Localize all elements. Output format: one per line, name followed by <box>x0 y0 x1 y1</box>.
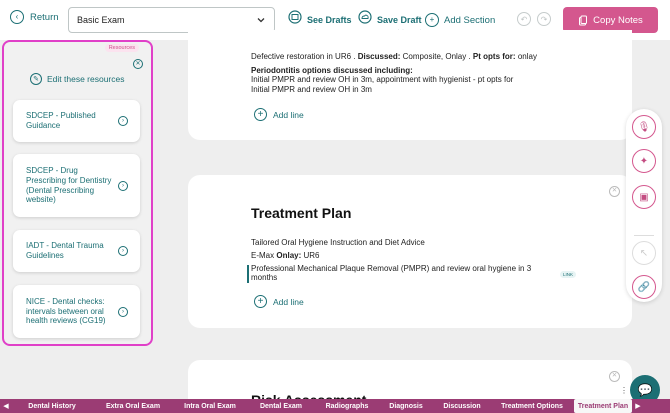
chevron-right-icon: › <box>118 306 128 317</box>
chevron-right-icon[interactable]: ▶ <box>632 399 644 413</box>
tab-extra-oral-exam[interactable]: Extra Oral Exam <box>92 399 174 413</box>
resource-card[interactable]: SDCEP - Published Guidance › <box>13 100 140 142</box>
tab-treatment-options[interactable]: Treatment Options <box>490 399 574 413</box>
close-icon[interactable]: ✕ <box>609 186 620 197</box>
sparkle-icon[interactable]: ✦ <box>632 149 656 173</box>
add-section-label: Add Section <box>444 14 496 26</box>
add-line-button[interactable]: + Add line <box>254 108 304 121</box>
redo-icon: ↷ <box>540 14 548 24</box>
chevron-right-icon: › <box>118 246 128 256</box>
section-tab-bar: ◀ Dental History Extra Oral Exam Intra O… <box>0 399 670 413</box>
plus-icon: + <box>254 295 267 308</box>
add-line-label: Add line <box>273 296 304 307</box>
plan-line[interactable]: E-Max Onlay: UR6 <box>251 251 320 260</box>
add-section-button[interactable]: + Add Section <box>425 13 495 27</box>
exam-select-value: Basic Exam <box>77 15 125 25</box>
discussed-label: Discussed: <box>357 52 401 61</box>
copy-notes-label: Copy Notes <box>593 14 643 26</box>
chevron-left-icon[interactable]: ◀ <box>0 399 12 413</box>
active-line-marker <box>247 265 249 283</box>
resource-card[interactable]: NICE - Dental checks: intervals between … <box>13 285 140 338</box>
plus-icon: + <box>254 108 267 121</box>
perio-heading: Periodontitis options discussed includin… <box>251 66 413 75</box>
link-icon[interactable]: 🔗 <box>632 275 656 299</box>
pencil-icon: ✎ <box>30 73 42 85</box>
pointer-icon[interactable]: ↖ <box>632 241 656 265</box>
plan-line[interactable]: Tailored Oral Hygiene Instruction and Di… <box>251 238 425 247</box>
section-title: Treatment Plan <box>251 205 352 221</box>
resource-label: SDCEP - Drug Prescribing for Dentistry (… <box>26 166 112 205</box>
cloud-save-icon <box>358 10 372 24</box>
discussion-card: Defective restoration in UR6 . Discussed… <box>188 30 632 140</box>
chevron-right-icon: › <box>118 116 128 126</box>
back-arrow-icon: ‹ <box>10 10 24 24</box>
restoration-text: Defective restoration in UR6 . <box>251 52 356 61</box>
onlay-label: Onlay: <box>276 251 302 260</box>
material-text: E-Max <box>251 251 275 260</box>
edit-resources-label: Edit these resources <box>47 74 125 84</box>
pt-opts-label: Pt opts for: <box>472 52 516 61</box>
resources-panel: Resources ✕ ✎ Edit these resources SDCEP… <box>2 40 153 346</box>
resource-card[interactable]: IADT - Dental Trauma Guidelines › <box>13 230 140 272</box>
resource-label: SDCEP - Published Guidance <box>26 111 96 130</box>
discussed-value: Composite, Onlay . <box>402 52 471 61</box>
redo-button[interactable]: ↷ <box>537 12 551 26</box>
resource-card[interactable]: SDCEP - Drug Prescribing for Dentistry (… <box>13 154 140 217</box>
close-icon[interactable]: ✕ <box>609 371 620 382</box>
save-draft-label: Save Draft <box>377 15 422 25</box>
undo-button[interactable]: ↶ <box>517 12 531 26</box>
return-label: Return <box>30 11 59 23</box>
tab-dental-exam[interactable]: Dental Exam <box>246 399 316 413</box>
tooth-value: UR6 <box>303 251 320 260</box>
tab-discussion[interactable]: Discussion <box>434 399 490 413</box>
add-line-button[interactable]: + Add line <box>254 295 304 308</box>
see-drafts-label: See Drafts <box>307 15 352 25</box>
chevron-right-icon: › <box>118 180 128 191</box>
template-icon[interactable]: ▣ <box>632 185 656 209</box>
tab-radiographs[interactable]: Radiographs <box>316 399 378 413</box>
plan-line[interactable]: months <box>251 273 277 282</box>
plus-icon: + <box>425 13 439 27</box>
add-line-label: Add line <box>273 109 304 120</box>
close-icon[interactable]: ✕ <box>133 59 143 69</box>
plan-line[interactable]: Professional Mechanical Plaque Removal (… <box>251 264 531 273</box>
divider <box>634 235 654 236</box>
perio-line[interactable]: Initial PMPR and review OH in 3m <box>251 85 372 94</box>
treatment-plan-card: ✕ Treatment Plan Tailored Oral Hygiene I… <box>188 175 632 328</box>
discussion-line[interactable]: Defective restoration in UR6 . Discussed… <box>251 52 537 61</box>
undo-icon: ↶ <box>520 14 528 24</box>
drafts-icon <box>288 10 302 24</box>
chat-icon: 💬 <box>637 383 653 397</box>
perio-line[interactable]: Initial PMPR and review OH in 3m, appoin… <box>251 75 513 84</box>
tab-intra-oral-exam[interactable]: Intra Oral Exam <box>174 399 246 413</box>
pt-opts-value: onlay <box>517 52 537 61</box>
tools-palette: 🎙 ✦ ▣ ↖ 🔗 <box>626 109 662 302</box>
resource-label: IADT - Dental Trauma Guidelines <box>26 241 104 260</box>
microphone-icon[interactable]: 🎙 <box>632 115 656 139</box>
return-button[interactable]: ‹ Return <box>10 10 59 24</box>
chevron-down-icon <box>257 18 265 23</box>
edit-resources-button[interactable]: ✎ Edit these resources <box>30 73 124 85</box>
resource-label: NICE - Dental checks: intervals between … <box>26 296 106 326</box>
tab-treatment-plan[interactable]: Treatment Plan <box>574 399 632 413</box>
tab-dental-history[interactable]: Dental History <box>12 399 92 413</box>
link-badge[interactable]: LINK <box>560 271 577 278</box>
copy-icon <box>579 15 588 25</box>
tab-diagnosis[interactable]: Diagnosis <box>378 399 434 413</box>
resources-tag: Resources <box>104 44 139 52</box>
